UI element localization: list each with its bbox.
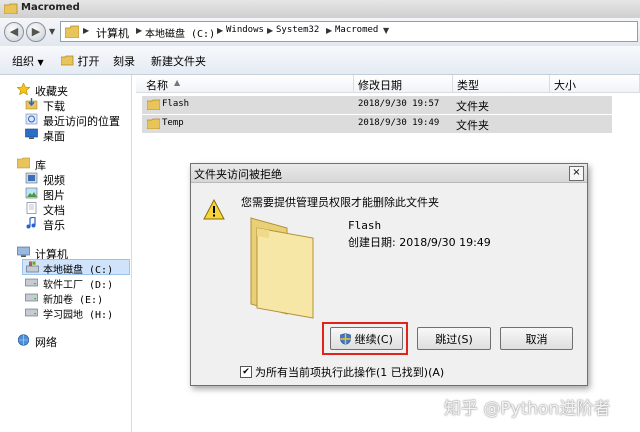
column-header-type[interactable]: 类型 bbox=[453, 75, 550, 93]
desktop-icon bbox=[25, 128, 38, 139]
warning-icon bbox=[203, 199, 225, 220]
file-type: 文件夹 bbox=[456, 100, 489, 113]
column-size-label: 大小 bbox=[554, 79, 576, 92]
file-modified: 2018/9/30 19:57 bbox=[358, 99, 440, 109]
folder-icon bbox=[147, 118, 160, 129]
music-icon bbox=[26, 217, 36, 229]
file-modified: 2018/9/30 19:49 bbox=[358, 118, 440, 128]
organize-button[interactable]: 组织 ▼ bbox=[12, 53, 44, 69]
window-titlebar: Macromed bbox=[0, 0, 640, 19]
large-folder-icon bbox=[250, 217, 314, 319]
documents-icon bbox=[26, 202, 37, 214]
folder-icon bbox=[65, 25, 79, 38]
uac-shield-icon bbox=[340, 333, 351, 345]
apply-to-all-checkbox[interactable]: ✔ bbox=[240, 366, 252, 378]
navigation-pane: 收藏夹 下载 最近访问的位置 桌面 库 视频 图片 文档 音乐 计算机 本地磁盘… bbox=[0, 75, 132, 432]
nav-drive-e-label: 新加卷 (E:) bbox=[43, 295, 104, 306]
nav-libraries-label: 库 bbox=[35, 159, 46, 172]
back-button[interactable]: ◀ bbox=[4, 22, 24, 42]
new-folder-button[interactable]: 新建文件夹 bbox=[151, 53, 206, 69]
continue-label: 继续(C) bbox=[354, 333, 393, 346]
continue-button[interactable]: 继续(C) bbox=[330, 327, 403, 350]
breadcrumb-macromed[interactable]: Macromed bbox=[335, 25, 378, 35]
library-icon bbox=[17, 157, 30, 169]
drive-icon bbox=[25, 278, 38, 287]
file-name: Temp bbox=[162, 118, 184, 128]
breadcrumb-computer[interactable]: 计算机 bbox=[96, 25, 129, 41]
nav-pictures-label: 图片 bbox=[43, 189, 65, 202]
file-row[interactable]: Flash 2018/9/30 19:57 文件夹 bbox=[142, 96, 612, 114]
column-type-label: 类型 bbox=[457, 79, 479, 92]
recent-pages-dropdown-icon[interactable]: ▼ bbox=[49, 27, 55, 36]
file-name: Flash bbox=[162, 99, 190, 109]
column-header-size[interactable]: 大小 bbox=[550, 75, 640, 93]
nav-drive-c[interactable]: 本地磁盘 (C:) bbox=[22, 259, 130, 276]
drive-icon bbox=[25, 308, 38, 317]
computer-icon bbox=[17, 246, 30, 257]
pictures-icon bbox=[25, 187, 38, 199]
forward-button[interactable]: ▶ bbox=[26, 22, 46, 42]
command-toolbar: 组织 ▼ 打开 刻录 新建文件夹 bbox=[0, 46, 640, 75]
watermark: 知乎 @Python进阶者 bbox=[444, 399, 611, 419]
nav-network-label: 网络 bbox=[35, 336, 57, 349]
recent-places-icon bbox=[25, 113, 38, 125]
organize-label: 组织 bbox=[12, 55, 34, 68]
navigation-bar: ◀ ▶ ▼ ▶ 计算机 ▶ 本地磁盘 (C:) ▶ Windows ▶ Syst… bbox=[0, 18, 640, 46]
dialog-folder-created: 创建日期: 2018/9/30 19:49 bbox=[348, 236, 491, 249]
chevron-right-icon[interactable]: ▶ bbox=[267, 26, 273, 35]
nav-video-label: 视频 bbox=[43, 174, 65, 187]
nav-drive-d-label: 软件工厂 (D:) bbox=[43, 280, 114, 291]
breadcrumb-drive-c[interactable]: 本地磁盘 (C:) bbox=[145, 25, 215, 40]
chevron-right-icon[interactable]: ▶ bbox=[83, 26, 89, 35]
window-title: Macromed bbox=[21, 2, 80, 13]
column-modified-label: 修改日期 bbox=[358, 79, 402, 92]
windows-drive-icon bbox=[26, 261, 39, 273]
skip-button[interactable]: 跳过(S) bbox=[417, 327, 491, 350]
dialog-title: 文件夹访问被拒绝 bbox=[194, 168, 282, 181]
nav-documents-label: 文档 bbox=[43, 204, 65, 217]
nav-drive-h-label: 学习园地 (H:) bbox=[43, 310, 114, 321]
nav-desktop-label: 桌面 bbox=[43, 130, 65, 143]
column-name-label: 名称 bbox=[146, 79, 168, 92]
video-icon bbox=[25, 172, 38, 184]
column-header-modified[interactable]: 修改日期 bbox=[354, 75, 453, 93]
chevron-right-icon[interactable]: ▶ bbox=[136, 26, 142, 35]
folder-icon bbox=[4, 3, 18, 14]
breadcrumb-windows[interactable]: Windows bbox=[226, 25, 264, 35]
folder-open-icon bbox=[60, 55, 74, 66]
sort-ascending-icon: ▲ bbox=[174, 78, 181, 87]
nav-favorites-label: 收藏夹 bbox=[35, 85, 68, 98]
close-button[interactable]: × bbox=[569, 166, 584, 181]
downloads-icon bbox=[25, 98, 38, 110]
dialog-message: 您需要提供管理员权限才能删除此文件夹 bbox=[241, 196, 439, 209]
open-label: 打开 bbox=[77, 55, 100, 68]
drive-icon bbox=[25, 293, 38, 302]
address-bar[interactable]: ▶ 计算机 ▶ 本地磁盘 (C:) ▶ Windows ▶ System32 ▶… bbox=[60, 21, 638, 42]
file-row[interactable]: Temp 2018/9/30 19:49 文件夹 bbox=[142, 115, 612, 133]
cancel-button[interactable]: 取消 bbox=[500, 327, 573, 350]
dialog-titlebar: 文件夹访问被拒绝 × bbox=[191, 164, 587, 183]
nav-downloads-label: 下载 bbox=[43, 100, 65, 113]
file-type: 文件夹 bbox=[456, 119, 489, 132]
chevron-right-icon[interactable]: ▶ bbox=[217, 26, 223, 35]
dialog-folder-name: Flash bbox=[348, 219, 382, 232]
open-button[interactable]: 打开 bbox=[60, 53, 100, 69]
nav-drive-c-label: 本地磁盘 (C:) bbox=[43, 265, 114, 276]
access-denied-dialog: 文件夹访问被拒绝 × 您需要提供管理员权限才能删除此文件夹 Flash 创建日期… bbox=[190, 163, 588, 386]
chevron-down-icon: ▼ bbox=[37, 58, 44, 67]
nav-music-label: 音乐 bbox=[43, 219, 65, 232]
star-icon bbox=[17, 83, 30, 95]
column-header-name[interactable]: 名称 ▲ bbox=[136, 75, 354, 93]
network-icon bbox=[17, 334, 30, 346]
nav-recent-label: 最近访问的位置 bbox=[43, 115, 120, 128]
apply-to-all-label[interactable]: 为所有当前项执行此操作(1 已找到)(A) bbox=[255, 364, 444, 380]
chevron-down-icon[interactable]: ▼ bbox=[383, 26, 389, 35]
chevron-right-icon[interactable]: ▶ bbox=[326, 26, 332, 35]
burn-button[interactable]: 刻录 bbox=[113, 53, 135, 69]
folder-icon bbox=[147, 99, 160, 110]
breadcrumb-system32[interactable]: System32 bbox=[276, 25, 319, 35]
